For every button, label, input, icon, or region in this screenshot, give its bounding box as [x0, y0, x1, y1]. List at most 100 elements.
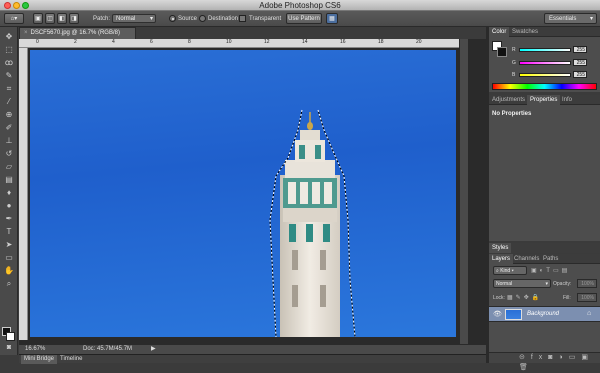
color-panel: Color Swatches R 255 G 255 B 255	[489, 27, 600, 92]
layer-name[interactable]: Background	[527, 311, 559, 317]
move-tool-icon[interactable]: ✥	[3, 31, 15, 42]
quick-mask-icon[interactable]: ◙	[3, 342, 15, 353]
channel-r-value[interactable]: 255	[573, 46, 587, 53]
layer-thumbnail	[505, 309, 522, 320]
eraser-tool-icon[interactable]: ▱	[3, 161, 15, 172]
properties-panel: Adjustments Properties Info No Propertie…	[489, 95, 600, 241]
ruler-mark: 18	[378, 39, 384, 45]
channel-b-slider[interactable]	[519, 73, 571, 77]
source-radio[interactable]	[169, 15, 176, 22]
channel-b-value[interactable]: 255	[573, 71, 587, 78]
ruler-mark: 12	[264, 39, 270, 45]
path-selection-tool-icon[interactable]: ➤	[3, 239, 15, 250]
transparent-checkbox[interactable]	[239, 15, 246, 22]
patch-mode-select[interactable]: Normal ▾	[112, 14, 156, 23]
tab-properties[interactable]: Properties	[527, 95, 561, 105]
ruler-mark: 0	[36, 39, 39, 45]
ruler-mark: 10	[226, 39, 232, 45]
tool-preset-picker[interactable]: ⌂▾	[4, 13, 24, 24]
channel-g-slider[interactable]	[519, 61, 571, 65]
zoom-tool-icon[interactable]: ⌕	[3, 278, 15, 289]
channel-r-label: R	[512, 47, 516, 53]
pattern-picker[interactable]: ▦	[326, 13, 338, 24]
layers-footer-buttons[interactable]: ⊝fx◙◑▭▣🗑	[489, 352, 600, 371]
color-ramp[interactable]	[492, 83, 597, 90]
intersect-selection-icon[interactable]: ◨	[69, 13, 79, 24]
ruler-mark: 2	[74, 39, 77, 45]
new-selection-icon[interactable]: ▣	[33, 13, 43, 24]
source-label: Source	[178, 16, 198, 22]
pen-tool-icon[interactable]: ✒	[3, 213, 15, 224]
lock-label: Lock:	[493, 295, 505, 301]
vertical-ruler	[19, 48, 28, 340]
channel-r-slider[interactable]	[519, 48, 571, 52]
hand-tool-icon[interactable]: ✋	[3, 265, 15, 276]
blend-mode-select[interactable]: Normal ▾	[493, 279, 551, 288]
vertical-scrollbar[interactable]	[459, 39, 468, 344]
channel-g-label: G	[512, 60, 516, 66]
channel-b-label: B	[512, 72, 516, 78]
tools-panel: ✥ ⬚ ꝏ ✎ ⌗ ⁄ ⊕ ✐ ⊥ ↺ ▱ ▤ ♦ ● ✒ T ➤ ▭ ✋ ⌕ …	[0, 27, 18, 355]
lock-icons[interactable]: ▦✎✥🔒	[507, 294, 542, 301]
tab-styles[interactable]: Styles	[489, 243, 512, 253]
tab-layers[interactable]: Layers	[489, 254, 514, 264]
add-selection-icon[interactable]: ◫	[45, 13, 55, 24]
status-menu-arrow-icon[interactable]: ▶	[151, 345, 156, 354]
quick-selection-tool-icon[interactable]: ✎	[3, 70, 15, 81]
brush-tool-icon[interactable]: ✐	[3, 122, 15, 133]
status-bar: 16.67% Doc: 45.7M/45.7M ▶	[19, 344, 486, 354]
fill-label: Fill:	[563, 295, 571, 301]
tab-paths[interactable]: Paths	[540, 254, 561, 264]
blur-tool-icon[interactable]: ♦	[3, 187, 15, 198]
gradient-tool-icon[interactable]: ▤	[3, 174, 15, 185]
opacity-label: Opacity:	[553, 281, 572, 287]
layer-filter-select[interactable]: ⌕ Kind ▾	[493, 266, 527, 275]
styles-panel: Styles	[489, 243, 600, 253]
horizontal-ruler: 0 2 4 6 8 10 12 14 16 18 20	[19, 39, 459, 48]
color-bg-swatch[interactable]	[497, 47, 507, 57]
tab-channels[interactable]: Channels	[511, 254, 542, 264]
clone-stamp-tool-icon[interactable]: ⊥	[3, 135, 15, 146]
marquee-tool-icon[interactable]: ⬚	[3, 44, 15, 55]
lock-icon: ⌂	[587, 310, 592, 317]
ruler-mark: 14	[302, 39, 308, 45]
options-bar: ⌂▾ ▣ ◫ ◧ ◨ Patch: Normal ▾ Source Destin…	[0, 11, 600, 27]
type-tool-icon[interactable]: T	[3, 226, 15, 237]
use-pattern-button[interactable]: Use Pattern	[286, 13, 322, 24]
fill-field[interactable]: 100%	[577, 293, 597, 302]
ruler-mark: 20	[416, 39, 422, 45]
tab-color[interactable]: Color	[489, 27, 510, 37]
eyedropper-tool-icon[interactable]: ⁄	[3, 96, 15, 107]
patch-label: Patch:	[93, 16, 111, 22]
workspace-select[interactable]: Essentials ▾	[544, 13, 597, 24]
document-tab[interactable]: × DSCF5670.jpg @ 16.7% (RGB/8)	[19, 27, 136, 39]
lasso-tool-icon[interactable]: ꝏ	[3, 57, 15, 68]
properties-panel-tabs: Adjustments Properties Info	[489, 95, 600, 105]
dodge-tool-icon[interactable]: ●	[3, 200, 15, 211]
crop-tool-icon[interactable]: ⌗	[3, 83, 15, 94]
tab-swatches[interactable]: Swatches	[509, 27, 541, 37]
eye-icon[interactable]: 👁	[493, 310, 502, 318]
shape-tool-icon[interactable]: ▭	[3, 252, 15, 263]
subtract-selection-icon[interactable]: ◧	[57, 13, 67, 24]
image-canvas[interactable]	[30, 50, 456, 337]
layer-row[interactable]: 👁 Background ⌂	[489, 306, 600, 322]
layer-filter-icons[interactable]: ▣◐T▭▤	[531, 267, 570, 274]
ruler-mark: 4	[112, 39, 115, 45]
destination-radio[interactable]	[199, 15, 206, 22]
ruler-mark: 8	[188, 39, 191, 45]
properties-message: No Properties	[492, 111, 532, 117]
color-panel-tabs: Color Swatches	[489, 27, 600, 37]
tab-adjustments[interactable]: Adjustments	[489, 95, 528, 105]
transparent-label: Transparent	[249, 16, 282, 22]
tab-info[interactable]: Info	[559, 95, 575, 105]
bottom-panel-tabs: Mini Bridge Timeline	[19, 354, 486, 364]
history-brush-tool-icon[interactable]: ↺	[3, 148, 15, 159]
background-color-swatch[interactable]	[6, 332, 15, 341]
close-tab-icon[interactable]: ×	[24, 30, 28, 36]
minaret-image	[269, 109, 356, 337]
patch-tool-icon[interactable]: ⊕	[3, 109, 15, 120]
opacity-field[interactable]: 100%	[577, 279, 597, 288]
channel-g-value[interactable]: 255	[573, 59, 587, 66]
layers-panel: Layers Channels Paths ⌕ Kind ▾ ▣◐T▭▤ Nor…	[489, 254, 600, 371]
